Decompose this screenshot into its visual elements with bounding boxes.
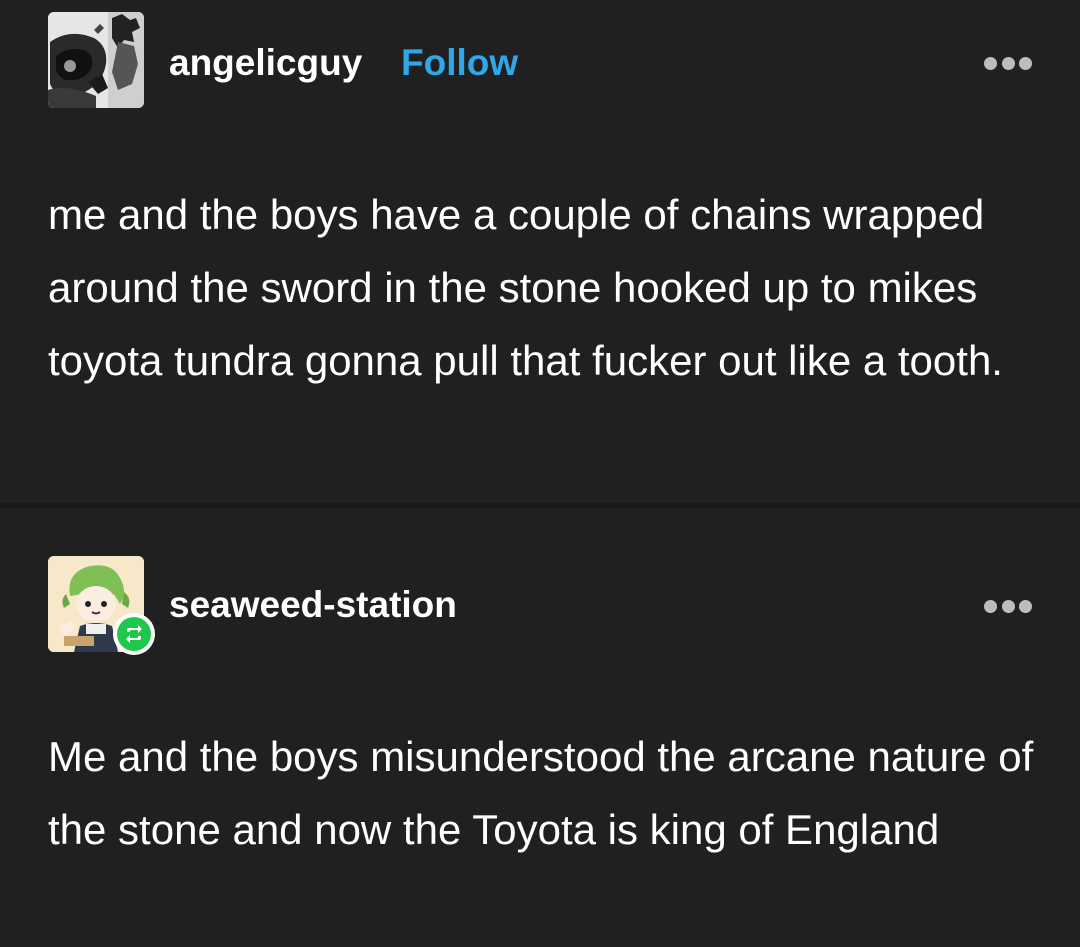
more-options-icon[interactable] — [984, 598, 1032, 614]
post-angelicguy: angelicguy Follow me and the boys have a… — [0, 0, 1080, 503]
dot — [1001, 599, 1015, 613]
username[interactable]: seaweed-station — [169, 584, 457, 626]
post-body: me and the boys have a couple of chains … — [48, 191, 1003, 384]
manga-avatar-icon — [48, 12, 144, 108]
dot — [1001, 56, 1015, 70]
reblog-badge — [113, 613, 155, 655]
dot — [1019, 599, 1032, 613]
dot — [984, 56, 997, 70]
avatar[interactable] — [48, 12, 144, 108]
dot — [1019, 56, 1032, 70]
follow-button[interactable]: Follow — [401, 42, 518, 84]
more-options-icon[interactable] — [984, 55, 1032, 71]
post-seaweed-station: seaweed-station Me and the boys misunder… — [0, 508, 1080, 947]
post-body: Me and the boys misunderstood the arcane… — [48, 733, 1034, 853]
username[interactable]: angelicguy — [169, 42, 362, 84]
dot — [984, 599, 997, 613]
reblog-icon — [117, 617, 151, 651]
